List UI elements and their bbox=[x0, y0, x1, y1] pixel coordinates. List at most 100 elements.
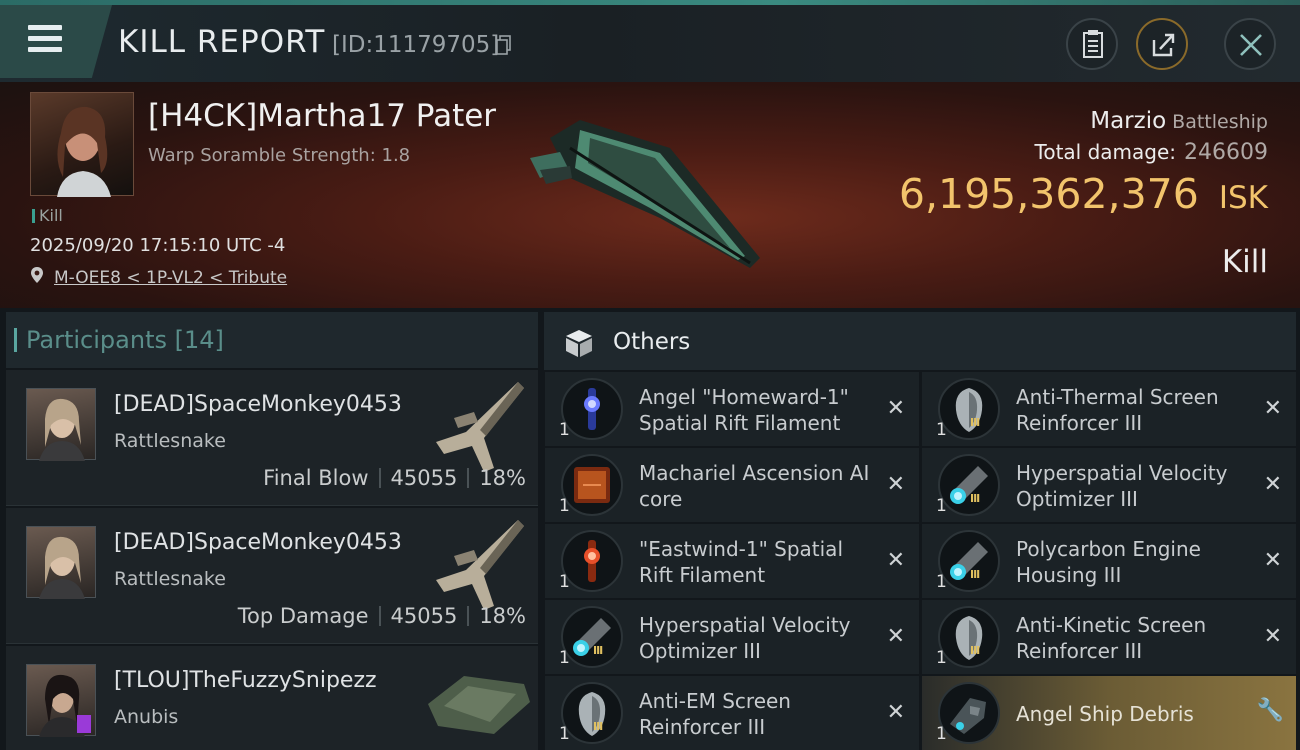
participant-damage: 45055 bbox=[390, 466, 458, 490]
participants-header: Participants [14] bbox=[6, 312, 538, 368]
close-icon[interactable]: ✕ bbox=[1264, 472, 1282, 497]
participant-percent: 18% bbox=[479, 466, 526, 490]
participant-role: Top Damage bbox=[237, 604, 369, 628]
item-quantity: 1 bbox=[936, 496, 947, 516]
close-icon[interactable]: ✕ bbox=[887, 472, 905, 497]
victim-ship[interactable]: Marzio Battleship bbox=[1090, 108, 1268, 134]
participant-row[interactable]: [TLOU]TheFuzzySnipezz Anubis bbox=[6, 646, 538, 750]
blue-filament-icon bbox=[561, 378, 623, 440]
item-quantity: 1 bbox=[559, 496, 570, 516]
isk-unit: ISK bbox=[1218, 180, 1268, 216]
item-row[interactable]: III 1 Hyperspatial Velocity Optimizer II… bbox=[922, 448, 1296, 522]
kill-id: [ID:11179705] bbox=[332, 32, 500, 58]
wrench-icon[interactable]: 🔧 bbox=[1257, 698, 1284, 723]
close-icon[interactable]: ✕ bbox=[1264, 396, 1282, 421]
total-damage: Total damage: 246609 bbox=[1035, 140, 1268, 165]
item-row[interactable]: 1 "Eastwind-1" Spatial Rift Filament ✕ bbox=[545, 524, 919, 598]
participants-count: [14] bbox=[174, 326, 224, 354]
item-row[interactable]: III 1 Anti-Thermal Screen Reinforcer III… bbox=[922, 372, 1296, 446]
engine-rig-icon bbox=[561, 606, 623, 668]
shield-rig-icon bbox=[938, 378, 1000, 440]
victim-name[interactable]: [H4CK]Martha17 Pater bbox=[148, 98, 496, 134]
participant-role: Final Blow bbox=[263, 466, 369, 490]
kill-result: Kill bbox=[1221, 244, 1268, 280]
item-quantity: 1 bbox=[559, 420, 570, 440]
item-quantity: 1 bbox=[559, 572, 570, 592]
item-name: Hyperspatial Velocity Optimizer III bbox=[639, 613, 851, 663]
item-quantity: 1 bbox=[936, 572, 947, 592]
share-button[interactable] bbox=[1136, 18, 1188, 70]
item-quantity: 1 bbox=[936, 724, 947, 744]
shield-rig-icon bbox=[938, 606, 1000, 668]
red-filament-icon bbox=[561, 530, 623, 592]
participant-avatar bbox=[26, 664, 96, 737]
others-title: Others bbox=[613, 329, 691, 355]
clipboard-icon bbox=[1083, 30, 1103, 58]
item-quantity: 1 bbox=[559, 724, 570, 744]
menu-icon bbox=[28, 25, 62, 30]
item-name: Anti-EM Screen Reinforcer III bbox=[639, 689, 791, 739]
participant-ship: Anubis bbox=[114, 706, 179, 728]
participant-ship-image bbox=[436, 520, 524, 610]
kill-datetime: 2025/09/20 17:15:10 UTC -4 bbox=[30, 235, 286, 256]
participant-ship-image bbox=[428, 676, 530, 734]
item-name: Anti-Kinetic Screen Reinforcer III bbox=[1016, 613, 1207, 663]
item-name: Polycarbon Engine Housing III bbox=[1016, 537, 1201, 587]
close-icon bbox=[1240, 34, 1262, 56]
item-row[interactable]: III 1 Anti-EM Screen Reinforcer III ✕ bbox=[545, 676, 919, 750]
close-icon[interactable]: ✕ bbox=[887, 396, 905, 421]
warp-scramble-strength: Warp Soramble Strength: 1.8 bbox=[148, 145, 411, 166]
isk-amount: 6,195,362,376 bbox=[898, 170, 1199, 218]
copy-icon[interactable] bbox=[496, 35, 512, 55]
close-icon[interactable]: ✕ bbox=[1264, 548, 1282, 573]
participant-percent: 18% bbox=[479, 604, 526, 628]
item-name: Angel "Homeward-1" Spatial Rift Filament bbox=[639, 385, 849, 435]
participant-name: [TLOU]TheFuzzySnipezz bbox=[114, 668, 377, 693]
item-row[interactable]: 1 Angel Ship Debris 🔧 bbox=[922, 676, 1296, 750]
item-row[interactable]: III 1 Polycarbon Engine Housing III ✕ bbox=[922, 524, 1296, 598]
ai-core-icon bbox=[561, 454, 623, 516]
item-name: Anti-Thermal Screen Reinforcer III bbox=[1016, 385, 1219, 435]
engine-rig-icon bbox=[938, 454, 1000, 516]
clipboard-button[interactable] bbox=[1066, 18, 1118, 70]
location-link[interactable]: M-OEE8 < 1P-VL2 < Tribute bbox=[54, 268, 287, 288]
item-name: Hyperspatial Velocity Optimizer III bbox=[1016, 461, 1228, 511]
close-button[interactable] bbox=[1224, 18, 1276, 70]
item-quantity: 1 bbox=[559, 648, 570, 668]
participant-ship-image bbox=[436, 382, 524, 472]
close-icon[interactable]: ✕ bbox=[887, 700, 905, 725]
participant-stats: Final Blow 45055 18% bbox=[263, 466, 526, 490]
location-pin-icon bbox=[31, 267, 43, 283]
participant-row[interactable]: [DEAD]SpaceMonkey0453 Rattlesnake Final … bbox=[6, 370, 538, 506]
share-icon bbox=[1152, 33, 1175, 57]
top-accent-line bbox=[0, 0, 1300, 5]
cube-icon bbox=[566, 330, 592, 357]
close-icon[interactable]: ✕ bbox=[887, 548, 905, 573]
top-bar: KILL REPORT [ID:11179705] bbox=[0, 0, 1300, 82]
close-icon[interactable]: ✕ bbox=[1264, 624, 1282, 649]
participant-ship: Rattlesnake bbox=[114, 568, 226, 590]
item-row[interactable]: III 1 Anti-Kinetic Screen Reinforcer III… bbox=[922, 600, 1296, 674]
kill-tag: Kill bbox=[32, 206, 63, 225]
total-damage-label: Total damage: bbox=[1034, 140, 1177, 164]
close-icon[interactable]: ✕ bbox=[887, 624, 905, 649]
participant-avatar bbox=[26, 526, 96, 599]
engine-rig-icon bbox=[938, 530, 1000, 592]
item-name: Machariel Ascension AI core bbox=[639, 461, 870, 511]
item-quantity: 1 bbox=[936, 648, 947, 668]
victim-ship-image bbox=[530, 120, 760, 268]
participant-name: [DEAD]SpaceMonkey0453 bbox=[114, 392, 402, 417]
participant-name: [DEAD]SpaceMonkey0453 bbox=[114, 530, 402, 555]
item-row[interactable]: III 1 Hyperspatial Velocity Optimizer II… bbox=[545, 600, 919, 674]
isk-value: 6,195,362,376 ISK bbox=[899, 170, 1268, 218]
victim-avatar[interactable] bbox=[30, 92, 134, 197]
participant-damage: 45055 bbox=[390, 604, 458, 628]
page-title: KILL REPORT bbox=[118, 24, 326, 60]
menu-button[interactable] bbox=[0, 5, 112, 78]
shield-rig-icon bbox=[561, 682, 623, 744]
item-row[interactable]: 1 Angel "Homeward-1" Spatial Rift Filame… bbox=[545, 372, 919, 446]
item-row[interactable]: 1 Machariel Ascension AI core ✕ bbox=[545, 448, 919, 522]
participant-row[interactable]: [DEAD]SpaceMonkey0453 Rattlesnake Top Da… bbox=[6, 508, 538, 644]
participant-ship: Rattlesnake bbox=[114, 430, 226, 452]
ship-class: Battleship bbox=[1172, 111, 1268, 133]
